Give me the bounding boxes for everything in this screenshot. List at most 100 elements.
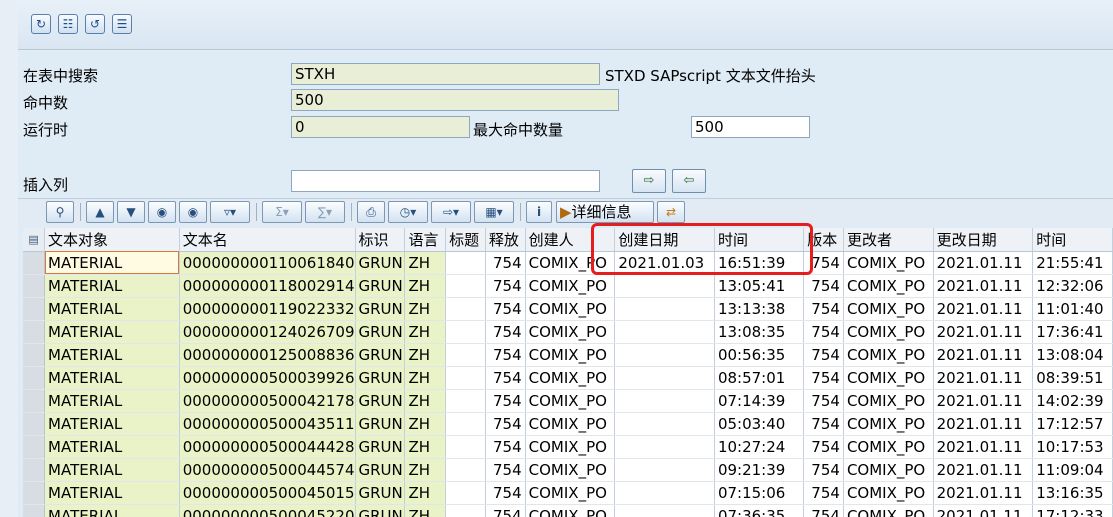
table-cell[interactable]: COMIX_PO <box>843 343 934 367</box>
table-row[interactable]: MATERIAL 000000000500044428 GRUN ZH 754 COMIX… <box>23 435 1113 459</box>
column-header[interactable]: 标识 <box>355 228 406 252</box>
row-selector[interactable] <box>23 251 46 275</box>
row-selector[interactable] <box>23 412 46 436</box>
table-cell[interactable]: ZH <box>404 320 447 344</box>
filter-icon[interactable]: ▿▾ <box>210 201 250 223</box>
table-cell[interactable]: COMIX_PO <box>525 320 616 344</box>
table-row[interactable]: MATERIAL 000000000118002914 GRUN ZH 754 COMIX… <box>23 274 1113 298</box>
table-cell[interactable]: ZH <box>404 481 447 505</box>
table-cell[interactable]: COMIX_PO <box>525 412 616 436</box>
table-cell[interactable]: 2021.01.03 <box>614 251 715 275</box>
table-cell[interactable]: GRUN <box>355 412 406 436</box>
table-cell[interactable] <box>445 412 486 436</box>
table-cell[interactable]: COMIX_PO <box>525 297 616 321</box>
refresh-icon[interactable]: ↻ <box>31 14 51 34</box>
table-cell[interactable]: MATERIAL <box>44 435 180 459</box>
return-icon[interactable]: ↺ <box>85 14 105 34</box>
info-icon[interactable]: i <box>526 201 552 223</box>
table-cell[interactable]: 13:16:35 <box>1032 481 1113 505</box>
table-row[interactable]: MATERIAL 000000000500042178 GRUN ZH 754 COMIX… <box>23 389 1113 413</box>
table-cell[interactable]: 2021.01.11 <box>933 481 1034 505</box>
table-row[interactable]: MATERIAL 000000000110061840 GRUN ZH 754 COMIX… <box>23 251 1113 275</box>
delete-column-button[interactable]: ⇦ <box>672 169 706 193</box>
table-cell[interactable]: 754 <box>803 297 844 321</box>
table-cell[interactable]: ZH <box>404 274 447 298</box>
table-cell[interactable] <box>614 389 715 413</box>
find-icon[interactable]: ◉ <box>148 201 176 223</box>
table-cell[interactable]: 17:36:41 <box>1032 320 1113 344</box>
table-cell[interactable] <box>445 251 486 275</box>
table-name-field[interactable]: STXH <box>291 63 600 85</box>
detail-info-button[interactable]: ▶详细信息 <box>556 201 654 223</box>
table-cell[interactable]: 754 <box>803 343 844 367</box>
table-cell[interactable]: 17:12:33 <box>1032 504 1113 517</box>
column-header[interactable]: 释放 <box>485 228 526 252</box>
table-cell[interactable]: 754 <box>803 435 844 459</box>
table-cell[interactable]: 13:05:41 <box>714 274 805 298</box>
table-cell[interactable]: GRUN <box>355 504 406 517</box>
table-cell[interactable]: 754 <box>803 389 844 413</box>
column-header[interactable]: 更改日期 <box>933 228 1034 252</box>
table-cell[interactable]: 754 <box>485 251 526 275</box>
insert-column-button[interactable]: ⇨ <box>632 169 666 193</box>
views-icon[interactable]: ◷▾ <box>388 201 428 223</box>
table-row[interactable]: MATERIAL 000000000124026709 GRUN ZH 754 COMIX… <box>23 320 1113 344</box>
table-cell[interactable]: 05:03:40 <box>714 412 805 436</box>
table-row[interactable]: MATERIAL 000000000125008836 GRUN ZH 754 COMIX… <box>23 343 1113 367</box>
table-cell[interactable]: MATERIAL <box>44 481 180 505</box>
table-cell[interactable]: 10:17:53 <box>1032 435 1113 459</box>
table-cell[interactable] <box>614 343 715 367</box>
table-cell[interactable]: ZH <box>404 297 447 321</box>
table-cell[interactable]: COMIX_PO <box>843 435 934 459</box>
table-cell[interactable]: 754 <box>485 320 526 344</box>
table-cell[interactable]: 2021.01.11 <box>933 343 1034 367</box>
table-cell[interactable]: COMIX_PO <box>843 504 934 517</box>
table-row[interactable]: MATERIAL 000000000500043511 GRUN ZH 754 COMIX… <box>23 412 1113 436</box>
table-cell[interactable]: ZH <box>404 366 447 390</box>
row-selector[interactable] <box>23 343 46 367</box>
table-cell[interactable]: 754 <box>485 458 526 482</box>
table-cell[interactable]: GRUN <box>355 481 406 505</box>
table-cell[interactable]: 000000000119022332 <box>179 297 356 321</box>
column-header[interactable]: 创建人 <box>525 228 616 252</box>
sort-descending-icon[interactable]: ▼ <box>117 201 145 223</box>
table-cell[interactable]: 754 <box>803 251 844 275</box>
table-cell[interactable] <box>445 366 486 390</box>
table-cell[interactable]: 000000000500039926 <box>179 366 356 390</box>
column-header[interactable]: 语言 <box>404 228 447 252</box>
table-row[interactable]: MATERIAL 000000000500039926 GRUN ZH 754 COMIX… <box>23 366 1113 390</box>
table-cell[interactable]: COMIX_PO <box>525 435 616 459</box>
table-cell[interactable]: 754 <box>485 389 526 413</box>
table-cell[interactable]: 07:14:39 <box>714 389 805 413</box>
table-cell[interactable]: COMIX_PO <box>525 504 616 517</box>
table-cell[interactable]: 2021.01.11 <box>933 297 1034 321</box>
table-cell[interactable]: 754 <box>803 481 844 505</box>
table-cell[interactable]: 2021.01.11 <box>933 504 1034 517</box>
table-cell[interactable] <box>445 389 486 413</box>
table-cell[interactable]: 2021.01.11 <box>933 251 1034 275</box>
table-cell[interactable] <box>445 274 486 298</box>
table-cell[interactable]: COMIX_PO <box>525 251 616 275</box>
table-cell[interactable]: 2021.01.11 <box>933 366 1034 390</box>
select-all-icon[interactable]: ▤ <box>23 228 46 252</box>
table-cell[interactable] <box>614 320 715 344</box>
table-cell[interactable]: COMIX_PO <box>843 366 934 390</box>
table-cell[interactable]: COMIX_PO <box>843 274 934 298</box>
table-cell[interactable]: MATERIAL <box>44 412 180 436</box>
table-cell[interactable]: COMIX_PO <box>525 366 616 390</box>
column-header[interactable]: 版本 <box>803 228 844 252</box>
table-cell[interactable]: 754 <box>803 504 844 517</box>
table-cell[interactable]: 754 <box>485 297 526 321</box>
table-cell[interactable]: 000000000500045015 <box>179 481 356 505</box>
table-cell[interactable] <box>445 435 486 459</box>
table-cell[interactable]: GRUN <box>355 435 406 459</box>
table-cell[interactable]: 08:39:51 <box>1032 366 1113 390</box>
print-icon[interactable]: ⎙ <box>357 201 385 223</box>
table-cell[interactable]: 13:13:38 <box>714 297 805 321</box>
table-cell[interactable]: GRUN <box>355 458 406 482</box>
table-cell[interactable]: COMIX_PO <box>525 343 616 367</box>
row-selector[interactable] <box>23 389 46 413</box>
table-cell[interactable]: COMIX_PO <box>843 481 934 505</box>
table-cell[interactable]: 13:08:04 <box>1032 343 1113 367</box>
column-header[interactable]: 时间 <box>1032 228 1113 252</box>
